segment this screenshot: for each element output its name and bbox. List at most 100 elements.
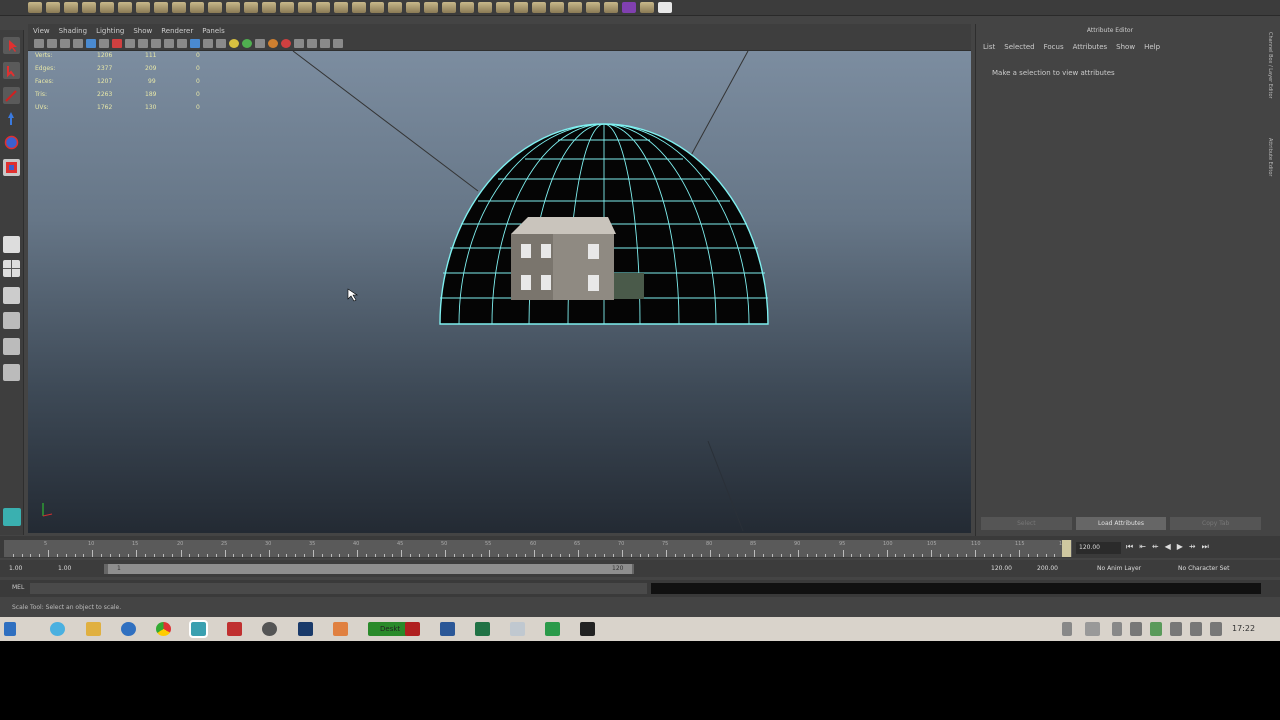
shelf-bridge-icon[interactable]	[388, 2, 402, 13]
chrome-icon[interactable]	[156, 622, 171, 636]
camtasia-icon[interactable]	[545, 622, 560, 636]
shelf-cone-icon[interactable]	[82, 2, 96, 13]
keyboard-icon[interactable]	[1085, 622, 1100, 636]
system-clock[interactable]: 17:22	[1232, 624, 1255, 633]
rotate-tool-icon[interactable]	[3, 134, 20, 151]
globe-app-icon[interactable]	[121, 622, 136, 636]
field-chart-icon[interactable]	[138, 39, 148, 48]
ie-browser-icon[interactable]	[50, 622, 65, 636]
go-to-start-icon[interactable]: ⏮	[1126, 542, 1133, 552]
shelf-extract-icon[interactable]	[280, 2, 294, 13]
menu-renderer[interactable]: Renderer	[161, 27, 193, 35]
shelf-average-icon[interactable]	[334, 2, 348, 13]
camera-attributes-icon[interactable]	[47, 39, 57, 48]
ambient-occlusion-icon[interactable]	[268, 39, 278, 48]
shelf-collapse-icon[interactable]	[586, 2, 600, 13]
shelf-uv-editor-icon[interactable]	[622, 2, 636, 13]
time-slider-track[interactable]: 5 10 15 20 25 30 35 40 45 50 55 60 65 70 75 80 85 90 95 100…	[4, 540, 1072, 557]
copy-tab-button[interactable]: Copy Tab	[1170, 517, 1262, 530]
recorder-icon[interactable]	[580, 622, 595, 636]
play-backwards-icon[interactable]: ◀	[1165, 542, 1171, 552]
range-end-field[interactable]: 200.00	[1034, 564, 1061, 573]
shelf-append-icon[interactable]	[406, 2, 420, 13]
script-editor-layout-icon[interactable]	[3, 364, 20, 381]
shelf-booleans-icon[interactable]	[298, 2, 312, 13]
shelf-helix-icon[interactable]	[190, 2, 204, 13]
filezilla-icon[interactable]	[405, 622, 420, 636]
single-pane-layout-icon[interactable]	[3, 236, 20, 253]
time-slider[interactable]: 5 10 15 20 25 30 35 40 45 50 55 60 65 70 75 80 85 90 95 100…	[0, 536, 1280, 558]
volume-icon[interactable]	[1210, 622, 1222, 636]
shelf-sphere-icon[interactable]	[28, 2, 42, 13]
shelf-pyramid-icon[interactable]	[154, 2, 168, 13]
character-set-dropdown[interactable]: No Character Set	[1175, 564, 1232, 573]
menu-help[interactable]: Help	[1144, 43, 1160, 51]
shelf-wedge-icon[interactable]	[496, 2, 510, 13]
scale-tool-icon[interactable]	[3, 159, 20, 176]
shelf-mirror-icon[interactable]	[352, 2, 366, 13]
shelf-smooth-icon[interactable]	[316, 2, 330, 13]
safe-title-icon[interactable]	[164, 39, 174, 48]
shelf-split-icon[interactable]	[442, 2, 456, 13]
shelf-separate-icon[interactable]	[262, 2, 276, 13]
power-icon[interactable]	[1170, 622, 1182, 636]
range-slider-bar[interactable]	[108, 564, 632, 574]
photoscan-plugin-icon[interactable]	[3, 508, 21, 526]
shelf-render-icon[interactable]	[658, 2, 672, 13]
current-frame-field[interactable]: 120.00	[1076, 542, 1121, 554]
smooth-shade-icon[interactable]	[190, 39, 200, 48]
range-end-inner-field[interactable]: 120.00	[988, 564, 1015, 573]
shelf-delete-edge-icon[interactable]	[550, 2, 564, 13]
menu-lighting[interactable]: Lighting	[96, 27, 124, 35]
shelf-fill-hole-icon[interactable]	[424, 2, 438, 13]
file-explorer-icon[interactable]	[86, 622, 101, 636]
move-tool-icon[interactable]	[3, 110, 20, 127]
step-forward-frame-icon[interactable]: ⇸	[1189, 542, 1196, 552]
gate-mask-icon[interactable]	[125, 39, 135, 48]
image-plane-icon[interactable]	[73, 39, 83, 48]
resolution-gate-icon[interactable]	[112, 39, 122, 48]
hemisphere-mesh[interactable]	[439, 123, 769, 524]
select-button[interactable]: Select	[981, 517, 1072, 530]
photoshop-icon[interactable]	[298, 622, 313, 636]
menu-focus[interactable]: Focus	[1044, 43, 1064, 51]
paint-tool-icon[interactable]	[3, 87, 20, 104]
start-button-icon[interactable]	[4, 622, 16, 636]
menu-panels[interactable]: Panels	[202, 27, 225, 35]
shelf-offset-loop-icon[interactable]	[478, 2, 492, 13]
select-tool-icon[interactable]	[3, 37, 20, 54]
step-back-key-icon[interactable]: ⇤	[1139, 542, 1146, 552]
range-start-field[interactable]: 1.00	[6, 564, 25, 573]
shelf-plane-icon[interactable]	[100, 2, 114, 13]
menu-view[interactable]: View	[33, 27, 50, 35]
textured-icon[interactable]	[216, 39, 226, 48]
shelf-bevel-icon[interactable]	[514, 2, 528, 13]
word-icon[interactable]	[440, 622, 455, 636]
xray-joints-icon[interactable]	[307, 39, 317, 48]
wireframe-icon[interactable]	[177, 39, 187, 48]
outliner-layout-icon[interactable]	[3, 287, 20, 304]
go-to-end-icon[interactable]: ⏭	[1202, 542, 1209, 552]
photoscan-taskbar-icon[interactable]: Deskt	[368, 622, 408, 636]
mel-label[interactable]: MEL	[12, 584, 24, 591]
menu-selected[interactable]: Selected	[1004, 43, 1034, 51]
shelf-sculpt-icon[interactable]	[604, 2, 618, 13]
shelf-checker-icon[interactable]	[640, 2, 654, 13]
load-attributes-button[interactable]: Load Attributes	[1075, 517, 1167, 530]
show-hidden-icons[interactable]	[1112, 622, 1122, 636]
maya-icon[interactable]	[189, 620, 208, 638]
step-back-frame-icon[interactable]: ⇷	[1152, 542, 1159, 552]
shelf-insert-loop-icon[interactable]	[460, 2, 474, 13]
menu-attributes[interactable]: Attributes	[1073, 43, 1108, 51]
lights-icon[interactable]	[229, 39, 239, 48]
shelf-merge-icon[interactable]	[532, 2, 546, 13]
network-icon[interactable]	[1190, 622, 1202, 636]
shelf-torus-icon[interactable]	[118, 2, 132, 13]
shelf-cube-icon[interactable]	[46, 2, 60, 13]
anim-layer-dropdown[interactable]: No Anim Layer	[1094, 564, 1144, 573]
shelf-cylinder-icon[interactable]	[64, 2, 78, 13]
grid-icon[interactable]	[86, 39, 96, 48]
shelf-soccer-ball-icon[interactable]	[208, 2, 222, 13]
tray-app-icon[interactable]	[1150, 622, 1162, 636]
excel-icon[interactable]	[475, 622, 490, 636]
